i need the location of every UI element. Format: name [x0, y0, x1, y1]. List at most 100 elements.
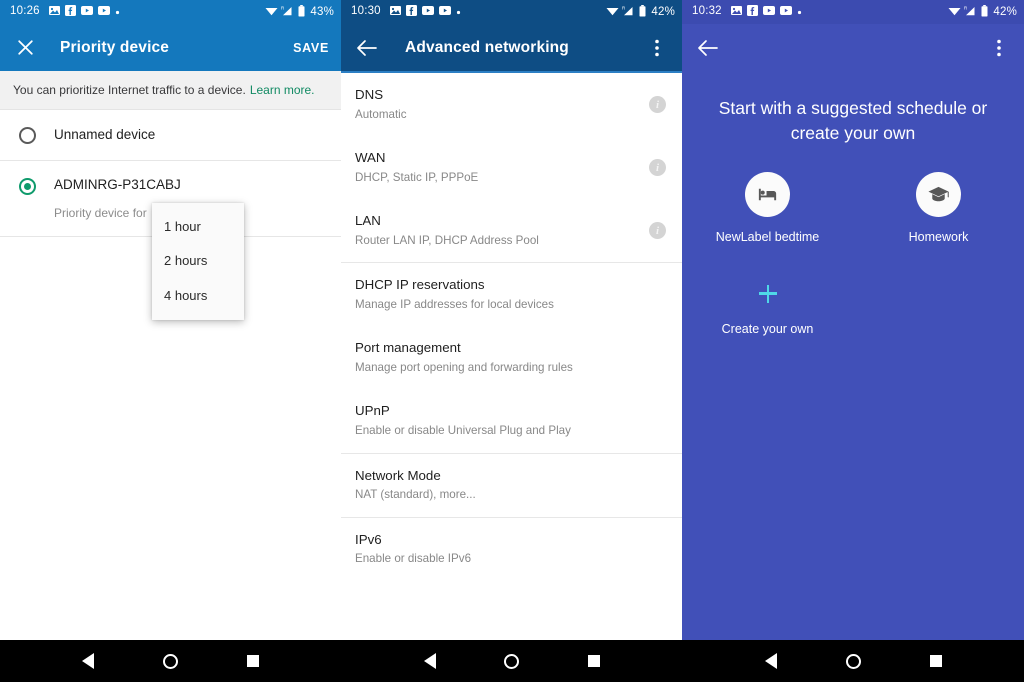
list-item-text: DHCP IP reservations Manage IP addresses…: [355, 277, 666, 312]
card-homework[interactable]: Homework: [853, 171, 1024, 244]
list-item-text: IPv6 Enable or disable IPv6: [355, 532, 666, 567]
list-item-subtitle: Enable or disable Universal Plug and Pla…: [355, 424, 571, 438]
overflow-menu-icon[interactable]: [644, 35, 670, 61]
youtube-icon: [80, 6, 93, 18]
back-triangle-icon[interactable]: [765, 653, 778, 669]
list-item-text: Port management Manage port opening and …: [355, 340, 666, 375]
learn-more-link[interactable]: Learn more.: [250, 83, 315, 97]
bed-icon: [745, 171, 790, 217]
list-item-wan[interactable]: WAN DHCP, Static IP, PPPoE i: [341, 136, 682, 199]
app-bar-advanced-networking: Advanced networking: [341, 24, 682, 71]
youtube-icon: [421, 6, 434, 18]
radio-button-selected-icon: [18, 178, 36, 195]
list-item[interactable]: Unnamed device: [0, 110, 341, 161]
back-triangle-icon[interactable]: [423, 653, 436, 669]
menu-item-1-hour[interactable]: 1 hour: [152, 210, 244, 244]
battery-percent: 42%: [651, 6, 675, 18]
status-notification-icons: [730, 5, 802, 19]
list-item-subtitle: Manage port opening and forwarding rules: [355, 360, 573, 374]
recents-square-icon[interactable]: [929, 655, 942, 667]
list-item-subtitle: Automatic: [355, 107, 407, 121]
photo-icon: [389, 5, 401, 19]
list-item-text: DNS Automatic: [355, 87, 649, 122]
svg-text:R: R: [281, 6, 284, 11]
panel-schedule-setup: 10:32 R 42% Start with a suggested sched…: [682, 0, 1024, 682]
dot-icon: [115, 6, 120, 18]
battery-percent: 42%: [993, 6, 1017, 18]
list-item-subtitle: DHCP, Static IP, PPPoE: [355, 170, 479, 184]
settings-group: DHCP IP reservations Manage IP addresses…: [341, 263, 682, 454]
android-navigation-bar: [0, 640, 1024, 682]
list-item-subtitle: NAT (standard), more...: [355, 488, 476, 502]
three-panel-screenshot-strip: 10:26 R 43% Priority device SAVE You can…: [0, 0, 1024, 682]
menu-item-4-hours[interactable]: 4 hours: [152, 279, 244, 313]
facebook-icon: [405, 5, 417, 19]
youtube-icon: [97, 6, 110, 18]
card-label: NewLabel bedtime: [715, 229, 820, 244]
youtube-icon: [762, 6, 775, 18]
settings-group: IPv6 Enable or disable IPv6: [341, 518, 682, 581]
list-item-port-management[interactable]: Port management Manage port opening and …: [341, 326, 682, 389]
page-title: Priority device: [60, 38, 170, 56]
back-arrow-icon[interactable]: [694, 35, 720, 61]
dot-icon: [456, 6, 461, 18]
youtube-icon: [438, 6, 451, 18]
page-title: Advanced networking: [405, 38, 569, 56]
list-item-subtitle: Enable or disable IPv6: [355, 552, 472, 566]
photo-icon: [730, 5, 742, 19]
settings-group: DNS Automatic i WAN DHCP, Static IP, PPP…: [341, 73, 682, 264]
menu-item-2-hours[interactable]: 2 hours: [152, 244, 244, 278]
status-notification-icons: [389, 5, 461, 19]
info-icon[interactable]: i: [649, 222, 666, 240]
radio-unnamed-device[interactable]: [0, 126, 54, 144]
recents-square-icon[interactable]: [588, 655, 601, 667]
plus-icon: [756, 282, 780, 306]
list-item-dhcp-reservations[interactable]: DHCP IP reservations Manage IP addresses…: [341, 263, 682, 326]
home-circle-icon[interactable]: [845, 653, 861, 669]
home-circle-icon[interactable]: [504, 653, 520, 669]
info-icon[interactable]: i: [649, 96, 666, 114]
battery-icon: [981, 4, 988, 20]
info-banner-text: You can prioritize Internet traffic to a…: [13, 83, 246, 97]
duration-dropdown-menu[interactable]: 1 hour 2 hours 4 hours: [152, 203, 244, 320]
close-icon[interactable]: [12, 35, 38, 61]
page-heading: Start with a suggested schedule or creat…: [718, 98, 988, 143]
device-text: Unnamed device: [54, 126, 341, 144]
card-newlabel-bedtime[interactable]: NewLabel bedtime: [682, 171, 853, 244]
facebook-icon: [746, 5, 758, 19]
list-item-title: LAN: [355, 213, 381, 229]
list-item-network-mode[interactable]: Network Mode NAT (standard), more...: [341, 454, 682, 517]
list-item-upnp[interactable]: UPnP Enable or disable Universal Plug an…: [341, 389, 682, 452]
radio-adminrg-device[interactable]: [0, 177, 54, 195]
settings-list: DNS Automatic i WAN DHCP, Static IP, PPP…: [341, 73, 682, 682]
facebook-icon: [64, 5, 76, 19]
status-time: 10:26: [10, 5, 40, 18]
list-item-ipv6[interactable]: IPv6 Enable or disable IPv6: [341, 518, 682, 581]
status-bar-panel3: 10:32 R 42%: [682, 0, 1024, 24]
dot-icon: [797, 6, 802, 18]
list-item-lan[interactable]: LAN Router LAN IP, DHCP Address Pool i: [341, 199, 682, 262]
list-item-dns[interactable]: DNS Automatic i: [341, 73, 682, 136]
photo-icon: [48, 5, 60, 19]
recents-square-icon[interactable]: [246, 655, 259, 667]
overflow-menu-icon[interactable]: [986, 35, 1012, 61]
graduation-cap-icon: [916, 171, 961, 217]
panel-priority-device: 10:26 R 43% Priority device SAVE You can…: [0, 0, 341, 682]
wifi-icon: [265, 5, 278, 19]
status-notification-icons: [48, 5, 120, 19]
app-bar-priority-device: Priority device SAVE: [0, 24, 341, 71]
back-triangle-icon[interactable]: [82, 653, 95, 669]
list-item-text: UPnP Enable or disable Universal Plug an…: [355, 403, 666, 438]
home-circle-icon[interactable]: [163, 653, 179, 669]
info-icon[interactable]: i: [649, 159, 666, 177]
radio-button-icon: [18, 127, 36, 144]
back-arrow-icon[interactable]: [353, 35, 379, 61]
nav-group-panel1: [0, 640, 341, 682]
create-your-own-button[interactable]: Create your own: [682, 282, 853, 336]
save-button[interactable]: SAVE: [293, 41, 329, 55]
list-item-text: LAN Router LAN IP, DHCP Address Pool: [355, 213, 649, 248]
device-name: Unnamed device: [54, 127, 156, 142]
nav-group-panel2: [341, 640, 682, 682]
wifi-icon: [606, 5, 619, 19]
list-item-title: WAN: [355, 150, 386, 166]
